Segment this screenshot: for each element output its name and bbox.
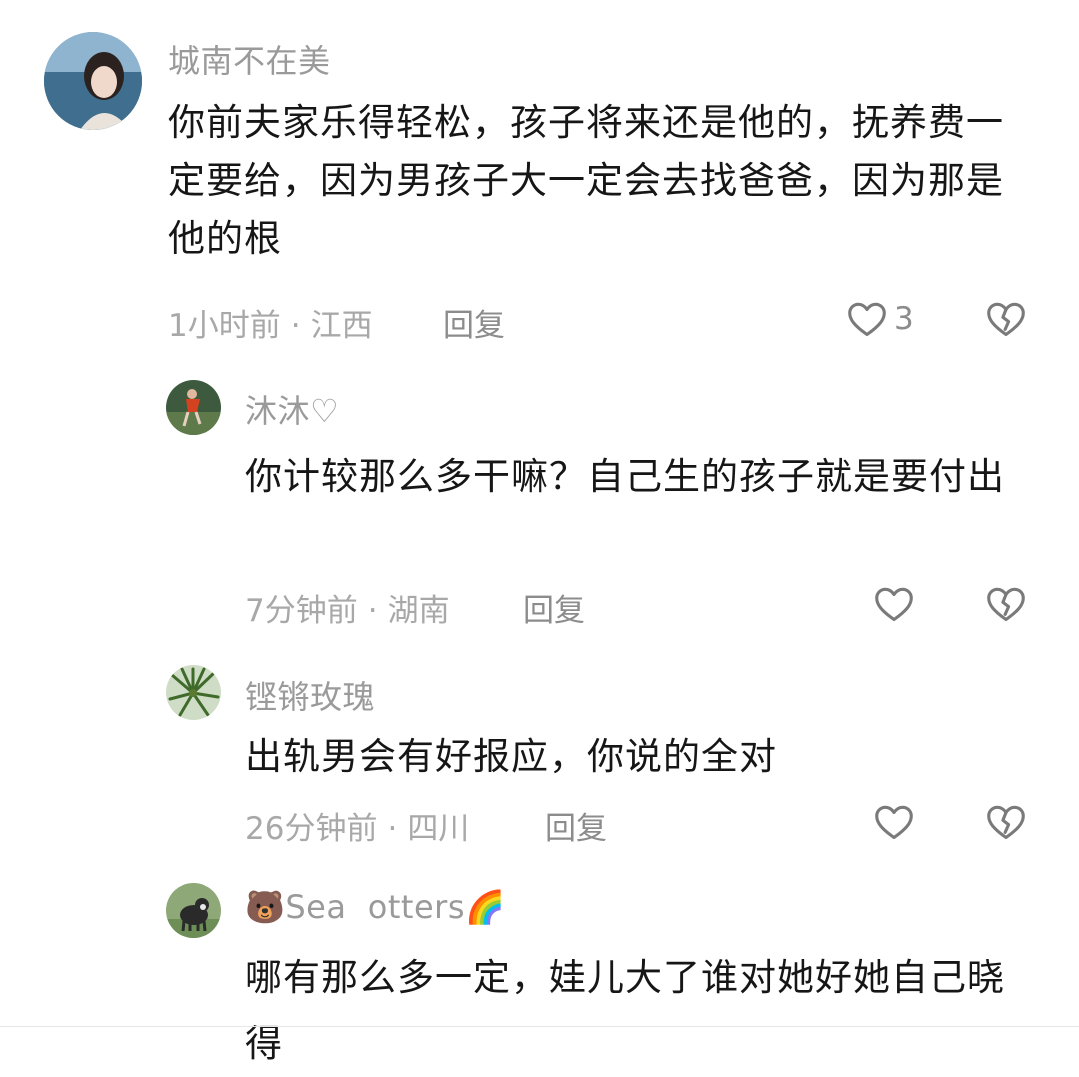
reply-button[interactable]: 回复 — [443, 300, 505, 345]
comment-location: 江西 — [310, 308, 373, 344]
heart-outline-icon — [873, 803, 915, 841]
like-button[interactable]: 3 — [846, 300, 914, 338]
dislike-button[interactable] — [985, 585, 1027, 623]
like-button[interactable] — [873, 803, 915, 841]
comment-text: 出轨男会有好报应，你说的全对 — [245, 735, 777, 778]
meta-separator: · — [367, 593, 378, 629]
comment-time: 7分钟前 — [245, 593, 358, 629]
comment-location: 湖南 — [387, 593, 450, 629]
comment-meta: 7分钟前 · 湖南 — [245, 585, 450, 630]
comment-location: 四川 — [407, 811, 470, 847]
comment-text: 哪有那么多一定，娃儿大了谁对她好她自己晓得 — [245, 956, 1005, 1065]
username-text: Sea otters — [285, 888, 465, 926]
broken-heart-icon — [985, 803, 1027, 841]
meta-separator: · — [387, 811, 398, 847]
comment-username[interactable]: 沐沐♡ — [245, 386, 339, 432]
comment-time: 1小时前 — [168, 308, 281, 344]
avatar[interactable] — [166, 380, 221, 435]
comment-username[interactable]: 铿锵玫瑰 — [245, 672, 375, 718]
comment-meta: 1小时前 · 江西 — [168, 300, 373, 345]
reply-button[interactable]: 回复 — [545, 803, 607, 848]
dislike-button[interactable] — [985, 803, 1027, 841]
comment-username[interactable]: 城南不在美 — [168, 36, 331, 82]
divider — [0, 1026, 1079, 1027]
comment-username[interactable]: 🐻Sea otters🌈 — [245, 888, 505, 926]
heart-outline-icon — [846, 300, 888, 338]
comment-text: 你前夫家乐得轻松，孩子将来还是他的，抚养费一定要给，因为男孩子大一定会去找爸爸，… — [168, 101, 1004, 260]
comment-time: 26分钟前 — [245, 811, 378, 847]
rainbow-emoji: 🌈 — [464, 888, 506, 926]
comment-meta: 26分钟前 · 四川 — [245, 803, 469, 848]
comment-text: 你计较那么多干嘛？自己生的孩子就是要付出 — [245, 455, 1005, 498]
heart-outline-icon — [873, 585, 915, 623]
avatar[interactable] — [44, 32, 142, 130]
broken-heart-icon — [985, 585, 1027, 623]
broken-heart-icon — [985, 300, 1027, 338]
like-button[interactable] — [873, 585, 915, 623]
dislike-button[interactable] — [985, 300, 1027, 338]
reply-button[interactable]: 回复 — [523, 585, 585, 630]
avatar[interactable] — [166, 883, 221, 938]
avatar[interactable] — [166, 665, 221, 720]
bear-emoji: 🐻 — [245, 888, 286, 926]
meta-separator: · — [290, 308, 301, 344]
like-count: 3 — [894, 301, 914, 337]
